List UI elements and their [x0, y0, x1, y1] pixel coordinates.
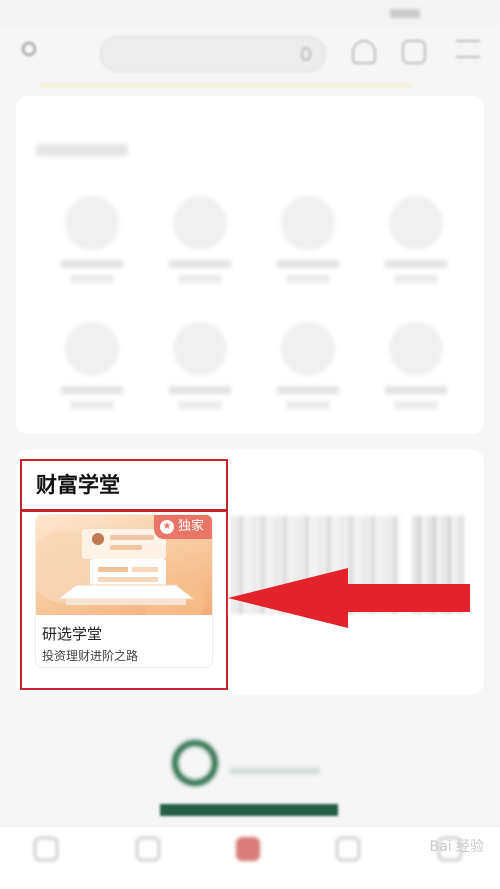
logo-icon [172, 740, 218, 786]
course-title: 研选学堂 [42, 625, 103, 643]
course-subtitle: 投资理财进阶之路 [42, 649, 139, 663]
grid-item[interactable] [262, 196, 354, 283]
menu-icon[interactable] [456, 40, 480, 58]
wealth-school-title: 财富学堂 [20, 459, 228, 511]
top-bar [0, 28, 500, 80]
grid-item[interactable] [154, 322, 246, 409]
course-card-research[interactable]: ★ 独家 研选学堂 投资理财进阶之路 [36, 515, 212, 667]
headset-icon[interactable] [352, 40, 376, 64]
grid-item[interactable] [154, 196, 246, 283]
grid-item[interactable] [370, 196, 462, 283]
feature-card [16, 96, 484, 434]
bottom-tab-bar [0, 826, 500, 889]
tab-home[interactable] [16, 837, 76, 861]
signal-icon [390, 9, 420, 18]
market-icon [136, 837, 160, 861]
brand-subtext [230, 768, 320, 774]
brand-banner [160, 804, 338, 816]
grid-item[interactable] [370, 322, 462, 409]
status-bar [0, 0, 500, 28]
exclusive-badge: ★ 独家 [153, 515, 212, 539]
baidu-jingyan-watermark: Bai 经验 [429, 839, 484, 855]
badge-label: 独家 [177, 519, 204, 534]
divider [40, 84, 412, 87]
grid-item[interactable] [46, 322, 138, 409]
red-arrow-annotation [228, 568, 470, 628]
course-thumbnail: ★ 独家 [36, 515, 212, 615]
brand-logo [172, 740, 342, 790]
grid-item[interactable] [46, 196, 138, 283]
search-icon[interactable] [22, 42, 36, 56]
trade-icon [236, 837, 260, 861]
section-title-placeholder [36, 144, 128, 156]
message-icon[interactable] [402, 40, 426, 64]
grid-item[interactable] [262, 322, 354, 409]
star-icon: ★ [159, 520, 174, 534]
tab-trade[interactable] [218, 837, 278, 861]
home-icon [34, 837, 58, 861]
wealth-icon [336, 837, 360, 861]
tab-wealth[interactable] [318, 837, 378, 861]
tab-market[interactable] [118, 837, 178, 861]
microphone-icon[interactable] [301, 47, 311, 61]
search-input[interactable] [100, 36, 326, 72]
